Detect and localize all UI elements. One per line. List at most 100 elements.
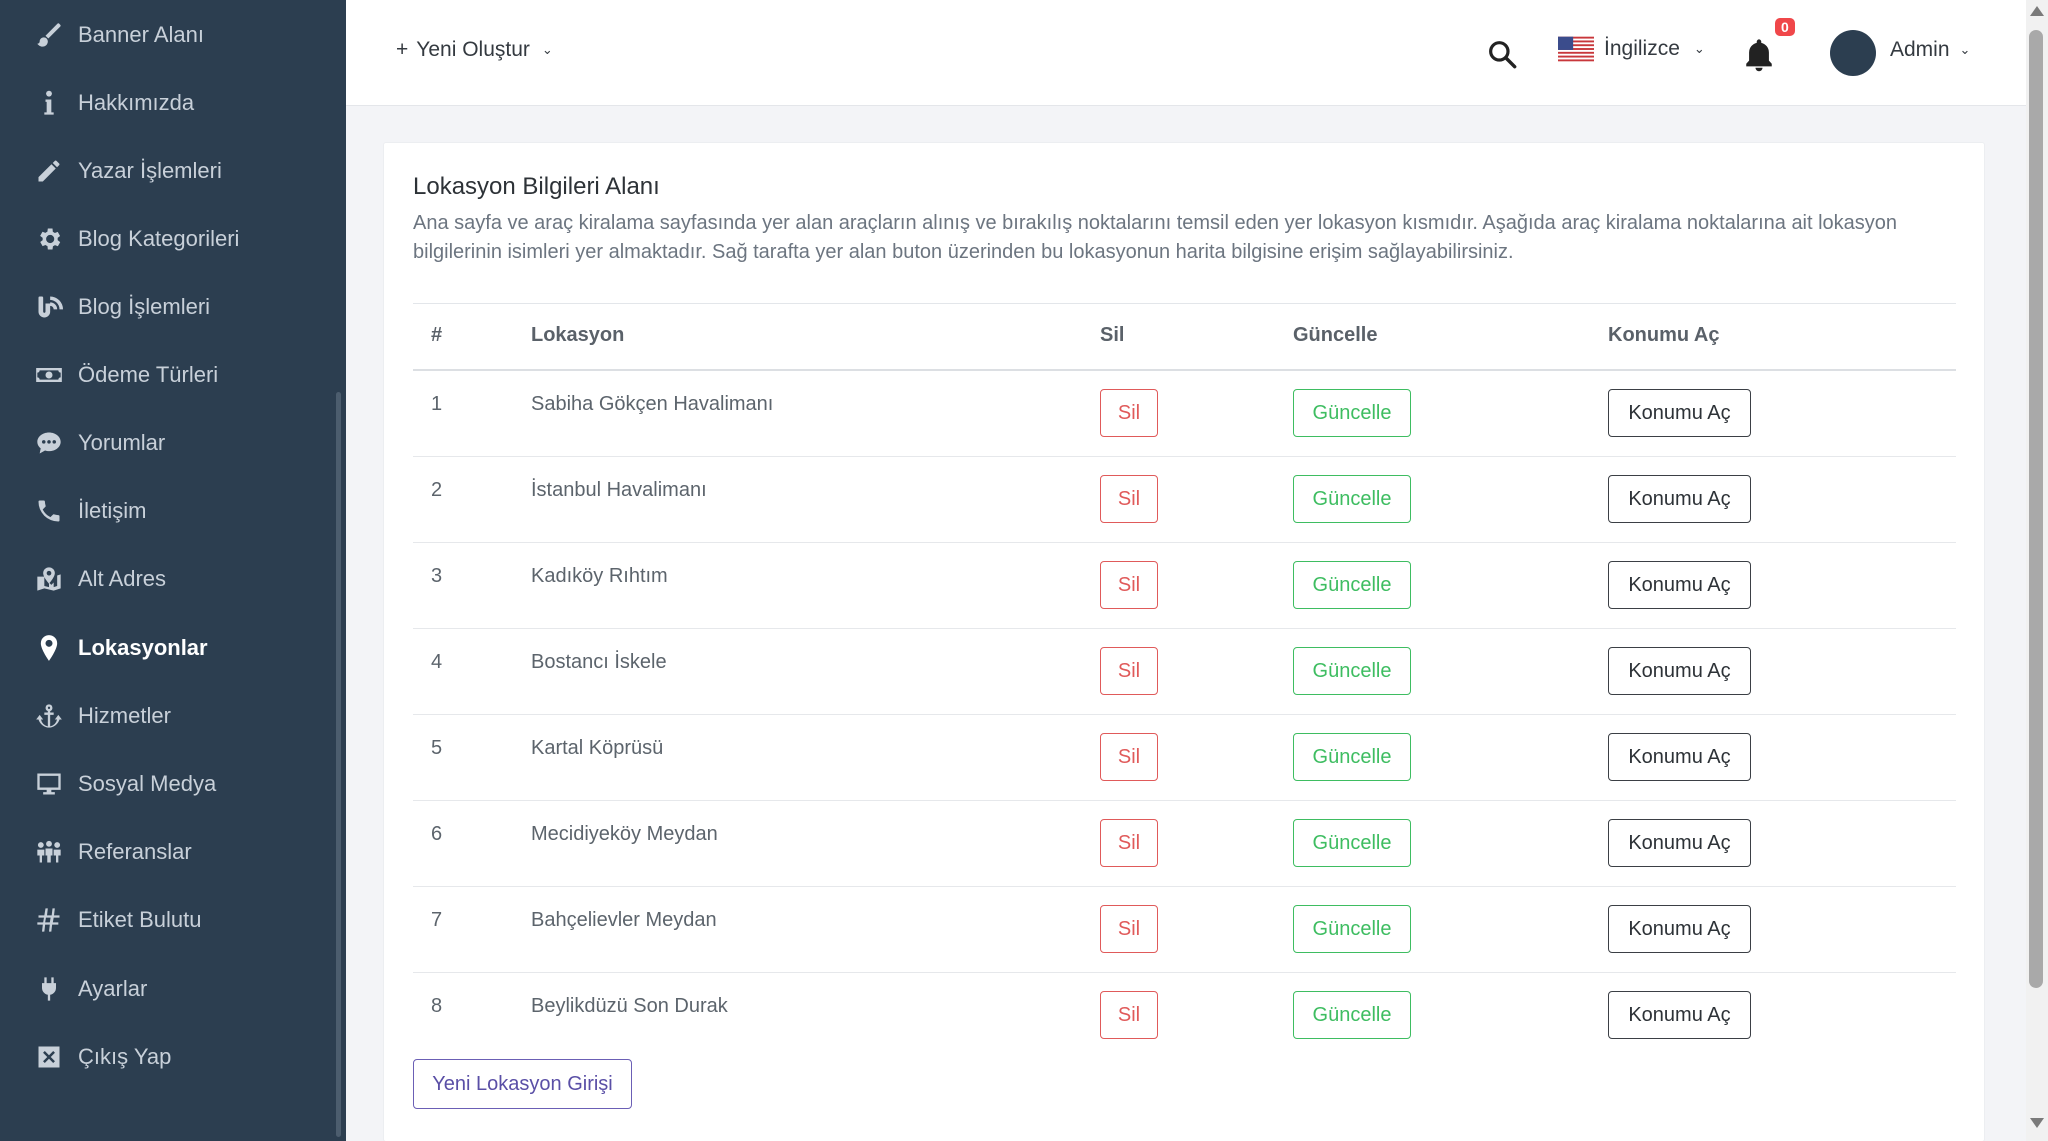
- sidebar-item-logout[interactable]: Çıkış Yap: [0, 1029, 330, 1085]
- avatar[interactable]: [1830, 30, 1876, 76]
- new-location-button[interactable]: Yeni Lokasyon Girişi: [413, 1059, 632, 1109]
- open-location-button[interactable]: Konumu Aç: [1608, 475, 1751, 523]
- delete-button[interactable]: Sil: [1100, 819, 1158, 867]
- page-scrollbar-thumb[interactable]: [2029, 30, 2043, 988]
- open-location-button[interactable]: Konumu Aç: [1608, 561, 1751, 609]
- user-menu[interactable]: Admin ⌄: [1890, 38, 1970, 62]
- scroll-up-arrow-icon[interactable]: [2030, 6, 2044, 16]
- sidebar-item-banner[interactable]: Banner Alanı: [0, 7, 330, 63]
- update-button[interactable]: Güncelle: [1293, 905, 1411, 953]
- comment-icon: [34, 428, 64, 458]
- language-dropdown[interactable]: İngilizce ⌄: [1558, 36, 1705, 62]
- sidebar-item-comments[interactable]: Yorumlar: [0, 415, 330, 471]
- row-num: 6: [431, 823, 443, 845]
- row-location: Sabiha Gökçen Havalimanı: [531, 393, 774, 415]
- map-icon: [34, 564, 64, 594]
- delete-button[interactable]: Sil: [1100, 991, 1158, 1039]
- update-button[interactable]: Güncelle: [1293, 561, 1411, 609]
- search-icon[interactable]: [1486, 38, 1518, 70]
- sidebar-item-contact[interactable]: İletişim: [0, 483, 330, 539]
- sidebar-item-label: Blog Kategorileri: [78, 226, 240, 251]
- notification-badge: 0: [1775, 18, 1795, 36]
- close-square-icon: [34, 1042, 64, 1072]
- sidebar-item-label: Yazar İşlemleri: [78, 158, 222, 183]
- sidebar-item-sub-address[interactable]: Alt Adres: [0, 551, 330, 607]
- scroll-down-arrow-icon[interactable]: [2030, 1118, 2044, 1128]
- row-num: 2: [431, 479, 443, 501]
- table-row: 3 Kadıköy Rıhtım Sil Güncelle Konumu Aç: [413, 543, 1956, 629]
- sidebar-item-blog-categories[interactable]: Blog Kategorileri: [0, 211, 330, 267]
- row-location: Bahçelievler Meydan: [531, 909, 717, 931]
- sidebar-item-references[interactable]: Referanslar: [0, 824, 330, 880]
- sidebar-item-social-media[interactable]: Sosyal Medya: [0, 756, 330, 812]
- cog-icon: [34, 224, 64, 254]
- open-location-button[interactable]: Konumu Aç: [1608, 991, 1751, 1039]
- chevron-down-icon: ⌄: [1959, 42, 1971, 57]
- sidebar-item-blog[interactable]: Blog İşlemleri: [0, 279, 330, 335]
- open-location-button[interactable]: Konumu Aç: [1608, 819, 1751, 867]
- language-label: İngilizce: [1604, 37, 1680, 60]
- open-location-button[interactable]: Konumu Aç: [1608, 733, 1751, 781]
- delete-button[interactable]: Sil: [1100, 647, 1158, 695]
- table-row: 1 Sabiha Gökçen Havalimanı Sil Güncelle …: [413, 371, 1956, 457]
- open-location-button[interactable]: Konumu Aç: [1608, 389, 1751, 437]
- hashtag-icon: [34, 905, 64, 935]
- update-button[interactable]: Güncelle: [1293, 647, 1411, 695]
- row-num: 7: [431, 909, 443, 931]
- col-update: Güncelle: [1293, 324, 1378, 346]
- sidebar-item-about[interactable]: Hakkımızda: [0, 75, 330, 131]
- col-open-location: Konumu Aç: [1608, 324, 1720, 346]
- open-location-button[interactable]: Konumu Aç: [1608, 647, 1751, 695]
- delete-button[interactable]: Sil: [1100, 389, 1158, 437]
- sidebar-item-payment-types[interactable]: Ödeme Türleri: [0, 347, 330, 403]
- bell-icon[interactable]: [1742, 36, 1776, 74]
- row-location: Mecidiyeköy Meydan: [531, 823, 718, 845]
- row-location: Beylikdüzü Son Durak: [531, 995, 728, 1017]
- sidebar-item-label: Çıkış Yap: [78, 1044, 172, 1069]
- delete-button[interactable]: Sil: [1100, 733, 1158, 781]
- sidebar-item-settings[interactable]: Ayarlar: [0, 961, 330, 1017]
- col-location: Lokasyon: [531, 324, 625, 346]
- update-button[interactable]: Güncelle: [1293, 389, 1411, 437]
- sidebar-item-authors[interactable]: Yazar İşlemleri: [0, 143, 330, 199]
- update-button[interactable]: Güncelle: [1293, 991, 1411, 1039]
- delete-button[interactable]: Sil: [1100, 905, 1158, 953]
- sidebar-item-label: Sosyal Medya: [78, 771, 217, 796]
- sidebar-item-label: Banner Alanı: [78, 22, 204, 47]
- open-location-button[interactable]: Konumu Aç: [1608, 905, 1751, 953]
- create-new-dropdown[interactable]: + Yeni Oluştur ⌄: [396, 38, 553, 62]
- table-row: 5 Kartal Köprüsü Sil Güncelle Konumu Aç: [413, 715, 1956, 801]
- sidebar-item-label: Lokasyonlar: [78, 635, 208, 660]
- sidebar-item-label: Hakkımızda: [78, 90, 195, 115]
- row-location: İstanbul Havalimanı: [531, 479, 707, 501]
- col-num: #: [431, 324, 443, 346]
- sidebar-item-label: Etiket Bulutu: [78, 907, 202, 932]
- plug-icon: [34, 974, 64, 1004]
- table-header: # Lokasyon Sil Güncelle Konumu Aç: [413, 303, 1956, 371]
- sidebar-item-tag-cloud[interactable]: Etiket Bulutu: [0, 892, 330, 948]
- map-marker-icon: [34, 633, 64, 663]
- sidebar-item-locations[interactable]: Lokasyonlar: [0, 620, 330, 676]
- delete-button[interactable]: Sil: [1100, 561, 1158, 609]
- info-icon: [34, 88, 64, 118]
- topbar: + Yeni Oluştur ⌄ İngilizce ⌄ 0 Admin ⌄: [346, 0, 2026, 106]
- card-title: Lokasyon Bilgileri Alanı: [413, 173, 660, 200]
- row-num: 1: [431, 393, 443, 415]
- sidebar-item-services[interactable]: Hizmetler: [0, 688, 330, 744]
- user-name: Admin: [1890, 38, 1950, 61]
- phone-icon: [34, 496, 64, 526]
- row-location: Bostancı İskele: [531, 651, 667, 673]
- sidebar-item-label: Yorumlar: [78, 430, 166, 455]
- delete-button[interactable]: Sil: [1100, 475, 1158, 523]
- row-num: 4: [431, 651, 443, 673]
- sidebar-item-label: Ödeme Türleri: [78, 362, 219, 387]
- update-button[interactable]: Güncelle: [1293, 819, 1411, 867]
- table-row: 7 Bahçelievler Meydan Sil Güncelle Konum…: [413, 887, 1956, 973]
- sidebar-scrollbar[interactable]: [336, 392, 341, 1137]
- table-row: 2 İstanbul Havalimanı Sil Güncelle Konum…: [413, 457, 1956, 543]
- pencil-icon: [34, 156, 64, 186]
- update-button[interactable]: Güncelle: [1293, 475, 1411, 523]
- table-row: 6 Mecidiyeköy Meydan Sil Güncelle Konumu…: [413, 801, 1956, 887]
- update-button[interactable]: Güncelle: [1293, 733, 1411, 781]
- row-location: Kartal Köprüsü: [531, 737, 664, 759]
